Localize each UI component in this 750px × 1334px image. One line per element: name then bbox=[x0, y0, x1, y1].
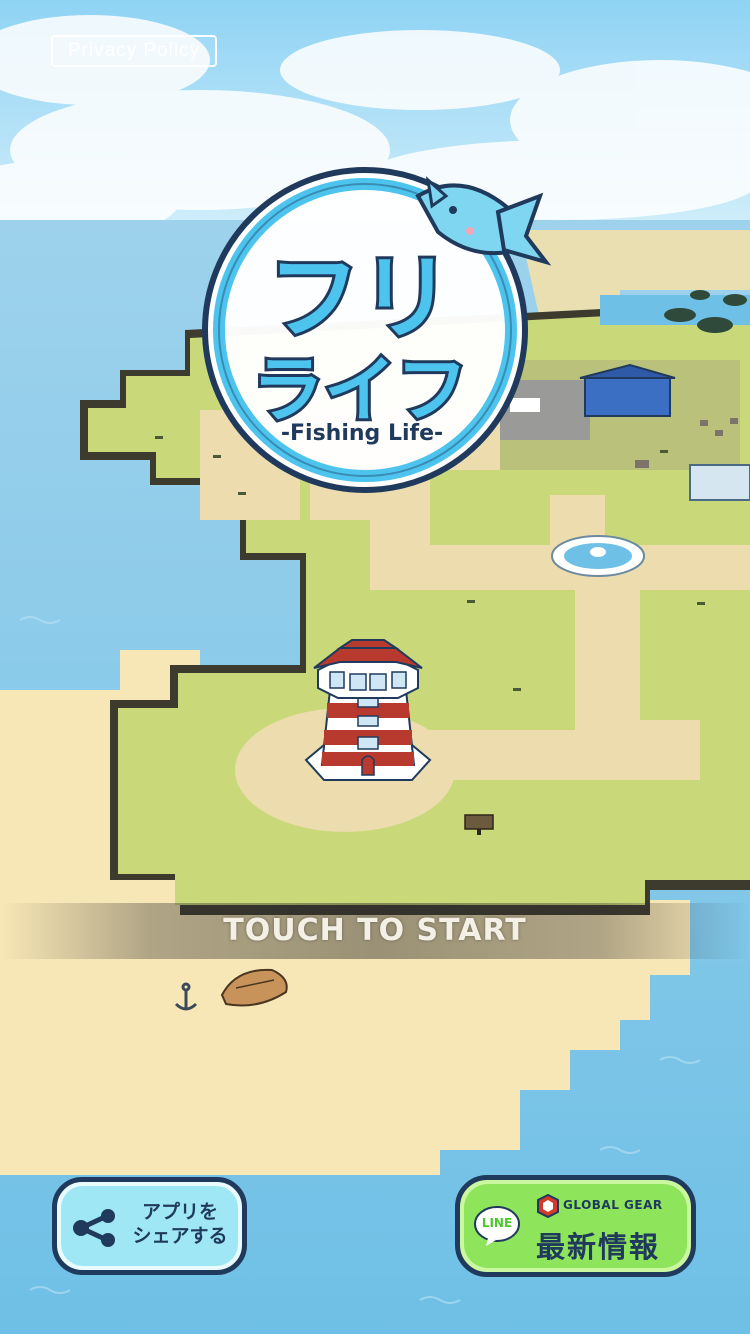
latest-news-button[interactable]: LINE GLOBAL GEAR 最新情報 bbox=[455, 1175, 696, 1277]
island-game-scene[interactable]: フリ ライフ -Fishing Life- bbox=[0, 0, 750, 1334]
logo-title-line1: フリ bbox=[268, 245, 452, 352]
touch-to-start-label: TOUCH TO START bbox=[223, 913, 527, 948]
share-icon bbox=[73, 1209, 115, 1247]
global-gear-brand: GLOBAL GEAR bbox=[563, 1198, 663, 1212]
touch-to-start-banner[interactable]: TOUCH TO START bbox=[0, 903, 750, 959]
logo-subtitle: -Fishing Life- bbox=[281, 421, 443, 446]
latest-news-label: 最新情報 bbox=[536, 1230, 661, 1264]
global-gear-logo bbox=[537, 1194, 559, 1218]
share-label-line1: アプリを bbox=[141, 1201, 218, 1223]
logo-title-line2: ライフ bbox=[252, 348, 468, 432]
privacy-policy-button[interactable]: Privacy Policy bbox=[51, 35, 217, 67]
share-button-label: アプリを シェアする bbox=[121, 1200, 239, 1248]
line-label: LINE bbox=[481, 1216, 513, 1230]
logo-title: フリ ライフ -Fishing Life- bbox=[249, 242, 471, 446]
share-app-button[interactable]: アプリを シェアする bbox=[52, 1177, 247, 1275]
fountain[interactable] bbox=[551, 535, 645, 577]
share-label-line2: シェアする bbox=[132, 1225, 228, 1247]
